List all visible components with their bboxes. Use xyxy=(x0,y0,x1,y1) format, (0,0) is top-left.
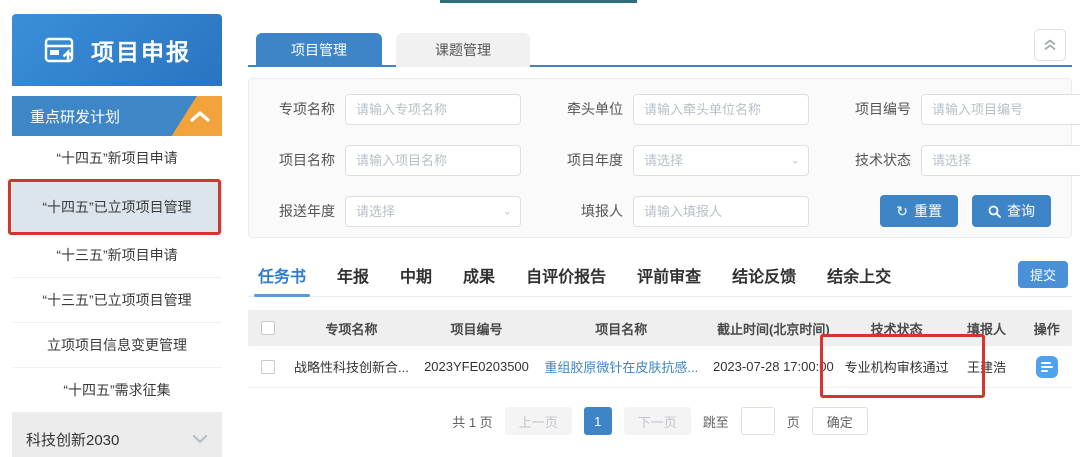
sidebar-menu: “十四五”新项目申请 “十四五”已立项项目管理 “十三五”新项目申请 “十三五”… xyxy=(12,136,222,413)
row-detail-icon[interactable] xyxy=(1036,356,1058,378)
pagination: 共 1 页 上一页 1 下一页 跳至 页 确定 xyxy=(248,400,1072,442)
project-code-input[interactable] xyxy=(921,94,1080,125)
sidebar-item-14-5-demand-collection[interactable]: “十四五”需求征集 xyxy=(12,368,222,413)
lead-unit-input[interactable] xyxy=(633,94,809,125)
search-filter-card: 专项名称 牵头单位 项目编号 项目名称 项目年度 ⌄ xyxy=(248,78,1072,238)
subtab-results[interactable]: 成果 xyxy=(463,253,495,297)
subtab-task-book[interactable]: 任务书 xyxy=(258,253,306,297)
sidebar-footer-label: 科技创新2030 xyxy=(26,429,119,450)
current-page-button[interactable]: 1 xyxy=(584,407,612,435)
project-name-input[interactable] xyxy=(345,145,521,176)
cell-deadline: 2023-07-28 17:00:00 xyxy=(705,359,842,374)
cell-project-name-link[interactable]: 重组胶原微针在皮肤抗感... xyxy=(538,357,705,376)
jump-to-label: 跳至 xyxy=(703,412,729,431)
sidebar-section-key-rd-plan[interactable]: 重点研发计划 xyxy=(12,96,222,136)
double-chevron-up-icon xyxy=(1043,38,1057,52)
header-project-code: 项目编号 xyxy=(415,319,537,338)
sidebar-item-project-info-change[interactable]: 立项项目信息变更管理 xyxy=(12,323,222,368)
collapse-button[interactable] xyxy=(1034,29,1066,61)
reset-button[interactable]: ↻ 重置 xyxy=(880,195,958,227)
report-type-tabs: 任务书 年报 中期 成果 自评价报告 评前审查 结论反馈 结余上交 提交 xyxy=(248,253,1072,297)
cell-special-name: 战略性科技创新合... xyxy=(288,357,416,376)
cell-reporter: 王建浩 xyxy=(951,357,1021,376)
prev-page-button[interactable]: 上一页 xyxy=(505,407,572,435)
submit-button[interactable]: 提交 xyxy=(1018,261,1068,288)
subtab-self-evaluation[interactable]: 自评价报告 xyxy=(526,253,606,297)
app-logo: 项目申报 xyxy=(12,14,222,86)
projects-table: 专项名称 项目编号 项目名称 截止时间(北京时间) 技术状态 填报人 操作 战略… xyxy=(248,310,1072,388)
tab-topic-management[interactable]: 课题管理 xyxy=(396,33,530,67)
sidebar-item-14-5-approved-projects[interactable]: “十四五”已立项项目管理 xyxy=(12,181,222,233)
total-pages-text: 共 1 页 xyxy=(452,412,492,431)
subtab-conclusion-feedback[interactable]: 结论反馈 xyxy=(732,253,796,297)
sidebar: 项目申报 重点研发计划 “十四五”新项目申请 “十四五”已立项项目管理 “十三五… xyxy=(12,14,222,457)
chevron-up-icon xyxy=(190,110,210,122)
header-tech-status: 技术状态 xyxy=(842,319,952,338)
table-header-row: 专项名称 项目编号 项目名称 截止时间(北京时间) 技术状态 填报人 操作 xyxy=(248,310,1072,346)
sidebar-item-13-5-new-project[interactable]: “十三五”新项目申请 xyxy=(12,233,222,278)
header-project-name: 项目名称 xyxy=(538,319,705,338)
row-checkbox[interactable] xyxy=(261,360,275,374)
query-button[interactable]: 查询 xyxy=(972,195,1051,227)
field-label-project-name: 项目名称 xyxy=(259,150,335,170)
main-content: 项目管理 课题管理 专项名称 牵头单位 项目编号 xyxy=(248,0,1072,457)
subtab-mid-term[interactable]: 中期 xyxy=(400,253,432,297)
subtab-pre-review[interactable]: 评前审查 xyxy=(637,253,701,297)
field-label-tech-status: 技术状态 xyxy=(835,150,911,170)
sidebar-item-tech-innovation-2030[interactable]: 科技创新2030 xyxy=(12,413,222,457)
header-reporter: 填报人 xyxy=(951,319,1021,338)
subtab-annual-report[interactable]: 年报 xyxy=(337,253,369,297)
search-icon xyxy=(988,205,1001,218)
project-year-select[interactable] xyxy=(633,145,809,176)
cell-project-code: 2023YFE0203500 xyxy=(415,359,537,374)
confirm-jump-button[interactable]: 确定 xyxy=(812,407,868,435)
header-operation: 操作 xyxy=(1022,319,1072,338)
subtab-surplus-return[interactable]: 结余上交 xyxy=(827,253,891,297)
table-row: 战略性科技创新合... 2023YFE0203500 重组胶原微针在皮肤抗感..… xyxy=(248,346,1072,388)
tab-project-management[interactable]: 项目管理 xyxy=(256,33,382,67)
special-name-input[interactable] xyxy=(345,94,521,125)
reporter-input[interactable] xyxy=(633,196,809,227)
report-year-select[interactable] xyxy=(345,196,521,227)
field-label-project-code: 项目编号 xyxy=(835,99,911,119)
refresh-icon: ↻ xyxy=(896,203,908,220)
sidebar-item-14-5-new-project[interactable]: “十四五”新项目申请 xyxy=(12,136,222,181)
next-page-button[interactable]: 下一页 xyxy=(624,407,691,435)
field-label-report-year: 报送年度 xyxy=(259,201,335,221)
tech-status-select[interactable] xyxy=(921,145,1080,176)
field-label-project-year: 项目年度 xyxy=(547,150,623,170)
project-declare-icon xyxy=(43,34,79,66)
top-tabbar: 项目管理 课题管理 xyxy=(248,33,1072,67)
app-title: 项目申报 xyxy=(91,33,191,67)
cell-tech-status: 专业机构审核通过 xyxy=(842,357,952,376)
field-label-special-name: 专项名称 xyxy=(259,99,335,119)
page-unit-label: 页 xyxy=(787,412,800,431)
section-label: 重点研发计划 xyxy=(12,106,120,127)
field-label-lead-unit: 牵头单位 xyxy=(547,99,623,119)
field-label-reporter: 填报人 xyxy=(547,201,623,221)
select-all-checkbox[interactable] xyxy=(261,321,275,335)
header-special-name: 专项名称 xyxy=(288,319,416,338)
header-deadline: 截止时间(北京时间) xyxy=(705,319,842,338)
sidebar-item-13-5-approved-projects[interactable]: “十三五”已立项项目管理 xyxy=(12,278,222,323)
jump-page-input[interactable] xyxy=(741,407,775,435)
chevron-down-icon xyxy=(192,434,208,444)
